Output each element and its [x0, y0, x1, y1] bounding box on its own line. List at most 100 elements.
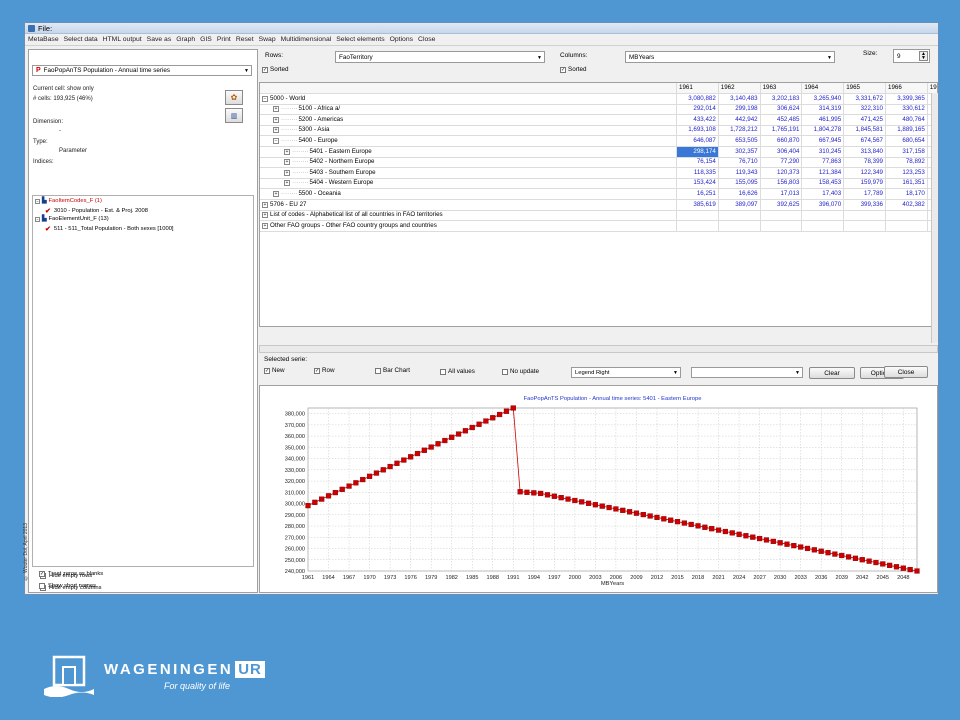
- grid-cell[interactable]: 155,095: [718, 178, 761, 190]
- menu-item-reset[interactable]: Reset: [236, 36, 254, 43]
- grid-cell[interactable]: 16,251: [677, 189, 719, 200]
- grid-cell[interactable]: [677, 210, 719, 222]
- grid-cell[interactable]: 18,170: [886, 189, 928, 200]
- grid-cell[interactable]: 121,384: [802, 167, 845, 179]
- grid-cell[interactable]: 302,357: [718, 146, 761, 158]
- row-header[interactable]: + ········ 5500 - Oceania: [260, 189, 677, 200]
- grid-cell[interactable]: [677, 220, 719, 232]
- grid-cell[interactable]: 653,505: [718, 136, 761, 147]
- grid-cell[interactable]: 1,728,212: [718, 125, 761, 137]
- menu-item-gis[interactable]: GIS: [200, 36, 212, 43]
- clear-button[interactable]: Clear: [809, 367, 855, 379]
- menu-item-graph[interactable]: Graph: [176, 36, 195, 43]
- grid-cell[interactable]: 78,399: [844, 157, 886, 169]
- grid-cell[interactable]: 314,319: [802, 104, 845, 116]
- grid-cell[interactable]: 399,336: [844, 199, 886, 211]
- menu-item-swap[interactable]: Swap: [259, 36, 276, 43]
- grid-cell[interactable]: [718, 210, 761, 222]
- grid-cell[interactable]: 158,453: [802, 178, 845, 190]
- row-checkbox[interactable]: ✓ Row: [314, 367, 335, 374]
- dataset-select[interactable]: P FaoPopAnTS Population - Annual time se…: [32, 65, 252, 76]
- expand-icon[interactable]: +: [273, 191, 279, 197]
- grid-cell[interactable]: 674,567: [844, 136, 886, 147]
- grid-cell[interactable]: 330,612: [886, 104, 928, 116]
- grid-cell[interactable]: 118,335: [677, 167, 719, 179]
- grid-cell[interactable]: 292,014: [677, 104, 719, 116]
- expand-icon[interactable]: +: [262, 201, 268, 208]
- grid-cell[interactable]: [760, 220, 803, 232]
- rows-sorted-checkbox[interactable]: ✓ Sorted: [262, 66, 289, 73]
- close-button[interactable]: Close: [884, 366, 928, 378]
- grid-cell[interactable]: 17,403: [802, 189, 845, 200]
- table-row[interactable]: + Other FAO groups - Other FAO country gr…: [260, 220, 937, 232]
- series-select[interactable]: ▼: [691, 367, 803, 378]
- show-short-names-checkbox[interactable]: Show short names: [39, 583, 96, 589]
- expand-icon[interactable]: +: [284, 180, 290, 187]
- grid-cell[interactable]: 1,889,165: [886, 125, 928, 137]
- size-stepper[interactable]: 9 ▲ ▼: [893, 49, 930, 63]
- column-header[interactable]: 1962: [718, 83, 761, 94]
- grid-cell[interactable]: [760, 210, 803, 222]
- menu-item-close[interactable]: Close: [418, 36, 435, 43]
- column-header[interactable]: 1961: [677, 83, 719, 94]
- row-header[interactable]: − ········ 5400 - Europe: [260, 136, 677, 147]
- grid-cell[interactable]: 1,845,581: [844, 125, 886, 137]
- flag-icon-button[interactable]: ✿: [225, 90, 243, 105]
- column-header[interactable]: 1966: [886, 83, 928, 94]
- grid-cell[interactable]: 392,625: [760, 199, 803, 211]
- table-row[interactable]: −5000 - World 3,080,882 3,140,483 3,202,183…: [260, 93, 937, 105]
- table-row[interactable]: + ········ 5300 - Asia 1,693,108 1,728,212 1,…: [260, 125, 937, 137]
- column-header[interactable]: 1964: [802, 83, 845, 94]
- table-row[interactable]: + ········ 5402 - Northern Europe 76,154 76,…: [260, 157, 937, 169]
- expand-icon[interactable]: +: [284, 148, 290, 155]
- collapse-icon[interactable]: −: [35, 216, 40, 222]
- row-header[interactable]: + ········ 5402 - Northern Europe: [260, 157, 677, 169]
- new-checkbox[interactable]: ✓ New: [264, 367, 285, 374]
- grid-cell[interactable]: 161,351: [886, 178, 928, 190]
- menu-item-metabase[interactable]: MetaBase: [28, 36, 59, 43]
- grid-cell[interactable]: 153,424: [677, 178, 719, 190]
- expand-icon[interactable]: +: [262, 212, 268, 219]
- grid-cell[interactable]: 16,626: [718, 189, 761, 200]
- expand-icon[interactable]: +: [273, 116, 279, 123]
- grid-cell[interactable]: 389,097: [718, 199, 761, 211]
- grid-cell[interactable]: 77,290: [760, 157, 803, 169]
- grid-cell[interactable]: 402,382: [886, 199, 928, 211]
- grid-cell[interactable]: 76,710: [718, 157, 761, 169]
- grid-cell[interactable]: 385,619: [677, 199, 719, 211]
- expand-icon[interactable]: +: [273, 127, 279, 134]
- row-header[interactable]: + ········ 5200 - Americas: [260, 114, 677, 126]
- table-row[interactable]: + List of codes - Alphabetical list of al…: [260, 210, 937, 222]
- menu-item-options[interactable]: Options: [390, 36, 413, 43]
- table-row[interactable]: + ········ 5100 - Africa a/292,014 299,198 3…: [260, 104, 937, 116]
- expand-icon[interactable]: +: [273, 106, 279, 113]
- grid-cell[interactable]: 317,158: [886, 146, 928, 158]
- grid-cell[interactable]: 299,198: [718, 104, 761, 116]
- row-header[interactable]: + ········ 5401 - Eastern Europe: [260, 146, 677, 158]
- expand-icon[interactable]: +: [284, 159, 290, 166]
- bar-chart-checkbox[interactable]: Bar Chart: [375, 367, 410, 374]
- collapse-icon[interactable]: −: [35, 198, 40, 204]
- grid-cell[interactable]: 1,804,278: [802, 125, 845, 137]
- grid-cell[interactable]: [886, 220, 928, 232]
- grid-cell[interactable]: 3,399,365: [886, 93, 928, 105]
- row-header[interactable]: + ········ 5100 - Africa a/: [260, 104, 677, 116]
- grid-cell[interactable]: [802, 220, 845, 232]
- grid-cell[interactable]: 3,265,940: [802, 93, 845, 105]
- row-header[interactable]: + List of codes - Alphabetical list of al…: [260, 210, 677, 222]
- grid-cell[interactable]: 1,765,191: [760, 125, 803, 137]
- grid-cell[interactable]: 680,654: [886, 136, 928, 147]
- expand-icon[interactable]: +: [284, 169, 290, 176]
- grid-cell[interactable]: 3,080,882: [677, 93, 719, 105]
- rows-select[interactable]: FaoTerritory ▼: [335, 51, 545, 63]
- grid-cell[interactable]: [886, 210, 928, 222]
- all-values-checkbox[interactable]: All values: [440, 368, 475, 375]
- grid-cell[interactable]: 322,310: [844, 104, 886, 116]
- chart-icon-button[interactable]: ▥: [225, 108, 243, 123]
- grid-cell[interactable]: 123,253: [886, 167, 928, 179]
- grid-cell[interactable]: 122,349: [844, 167, 886, 179]
- grid-cell[interactable]: 1,693,108: [677, 125, 719, 137]
- menu-item-select-data[interactable]: Select data: [64, 36, 98, 43]
- grid-cell[interactable]: 119,343: [718, 167, 761, 179]
- columns-sorted-checkbox[interactable]: ✓ Sorted: [560, 66, 587, 73]
